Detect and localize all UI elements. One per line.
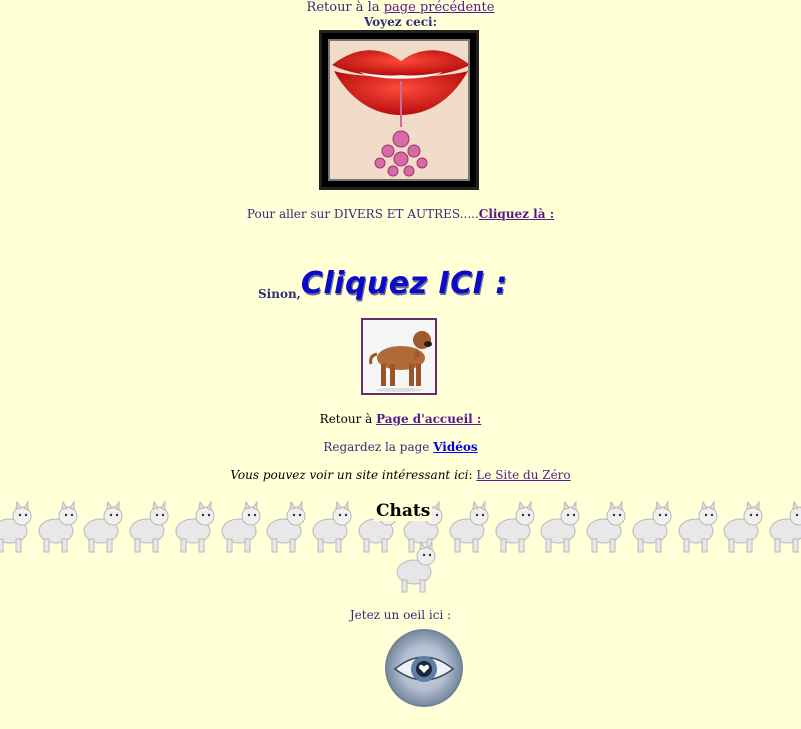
- eye-label: Jetez un oeil ici :: [349, 608, 452, 622]
- cat-strip-icon: [81, 501, 125, 555]
- retour-line: Retour à la page précédente: [0, 0, 801, 15]
- sinon-label: Sinon,: [258, 287, 301, 301]
- dog-icon: [363, 320, 435, 393]
- cat-strip-icon: [630, 501, 674, 555]
- cat-strip-icon: [264, 501, 308, 555]
- site-line: Vous pouvez voir un site intéressant ici…: [0, 467, 801, 483]
- site-du-zero-link[interactable]: Le Site du Zéro: [476, 468, 570, 482]
- cat-image-link[interactable]: [392, 540, 440, 594]
- videos-link[interactable]: Vidéos: [433, 440, 477, 454]
- accueil-line: Retour à Page d'accueil :: [0, 411, 801, 427]
- cat-strip-icon: [127, 501, 171, 555]
- cat-strip-icon: [447, 501, 491, 555]
- divers-text: Pour aller sur DIVERS ET AUTRES.....: [246, 207, 479, 221]
- dog-image-link[interactable]: [361, 318, 437, 395]
- cat-strip-icon: [676, 501, 720, 555]
- eye-image-link[interactable]: [385, 629, 463, 707]
- chats-title: Chats: [374, 501, 433, 521]
- page-accueil-link[interactable]: Page d'accueil :: [376, 412, 481, 426]
- cat-strip-icon: [36, 501, 80, 555]
- site-prefix: Vous pouvez voir un site intéressant ici: [230, 468, 469, 482]
- cat-strip-icon: [538, 501, 582, 555]
- videos-line: Regardez la page Vidéos: [0, 439, 801, 455]
- cat-strip-icon: [767, 501, 801, 555]
- eye-icon: [393, 656, 455, 682]
- lips-image-link[interactable]: [319, 30, 479, 190]
- voyez-ceci-label: Voyez ceci:: [363, 15, 438, 29]
- cat-strip-icon: [721, 501, 765, 555]
- sinon-row: Sinon,Cliquez ICI :: [258, 266, 508, 306]
- cat-strip-icon: [493, 501, 537, 555]
- cliquez-ici-link[interactable]: Cliquez ICI :: [301, 266, 508, 301]
- cat-strip-icon: [310, 501, 354, 555]
- videos-prefix: Regardez la page: [323, 440, 434, 454]
- accueil-prefix: Retour à: [319, 412, 377, 426]
- cat-strip-icon: [219, 501, 263, 555]
- page: Retour à la page précédente Voyez ceci:: [0, 0, 801, 729]
- lips-icon: [330, 41, 468, 179]
- cat-icon: [396, 540, 436, 593]
- divers-line: Pour aller sur DIVERS ET AUTRES.....Cliq…: [0, 206, 801, 222]
- cat-strip-icon: [584, 501, 628, 555]
- cat-strip-icon: [0, 501, 34, 555]
- lips-image: [328, 39, 470, 181]
- retour-prefix: Retour à la: [306, 0, 384, 15]
- cat-strip-icon: [173, 501, 217, 555]
- page-precedente-link[interactable]: page précédente: [384, 0, 495, 15]
- cliquez-la-link[interactable]: Cliquez là :: [479, 207, 554, 221]
